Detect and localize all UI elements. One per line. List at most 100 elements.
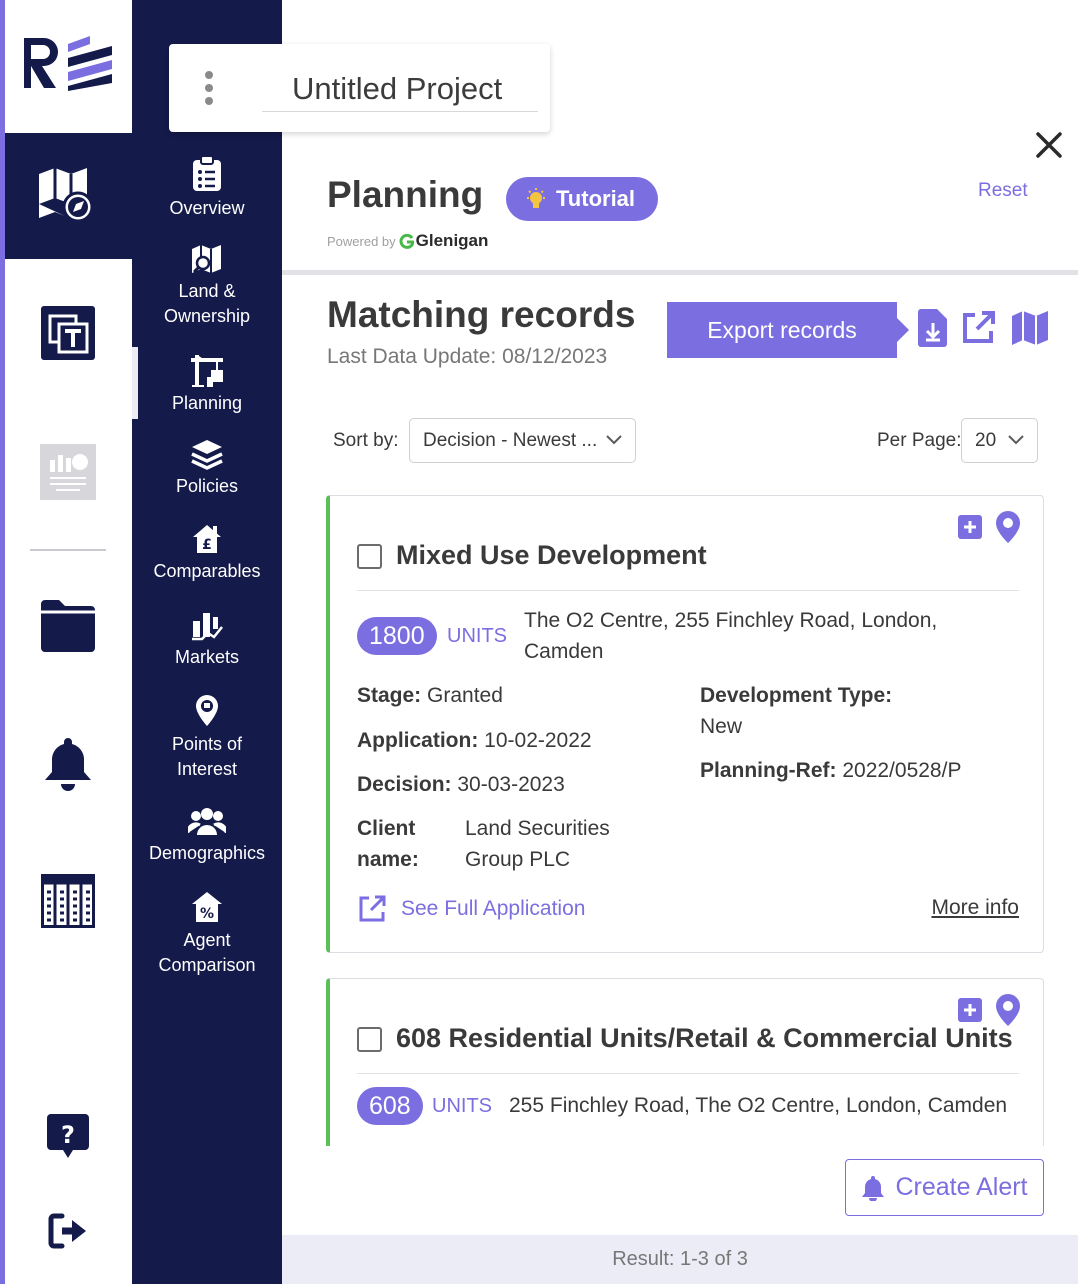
- results-list[interactable]: Mixed Use Development 1800 UNITS The O2 …: [282, 480, 1078, 1146]
- dev-type-label: Development Type:: [700, 684, 893, 707]
- card-actions: [957, 993, 1021, 1027]
- crane-icon: [191, 355, 223, 387]
- project-card[interactable]: Untitled Project: [169, 44, 550, 132]
- nav-item-points-of-interest[interactable]: Points of Interest: [132, 694, 282, 782]
- close-icon[interactable]: [1034, 130, 1064, 160]
- dev-type-value: New: [700, 715, 743, 738]
- project-menu-icon[interactable]: [205, 71, 215, 110]
- house-pound-icon: £: [193, 525, 221, 553]
- svg-text:£: £: [202, 537, 212, 553]
- icon-rail: ?: [0, 0, 132, 1284]
- planning-ref-value: 2022/0528/P: [842, 759, 962, 782]
- external-link-icon[interactable]: [960, 310, 996, 346]
- logout-icon[interactable]: [48, 1212, 88, 1250]
- bell-icon[interactable]: [43, 736, 93, 792]
- nav-label-comparables: Comparables: [153, 561, 261, 581]
- add-icon[interactable]: [957, 997, 983, 1023]
- market-chart-icon: [192, 613, 223, 641]
- card-divider: [357, 590, 1019, 591]
- folder-icon[interactable]: [41, 598, 95, 652]
- rail-separator: [30, 549, 106, 551]
- nav-label-overview: Overview: [169, 198, 245, 218]
- location-pin-icon[interactable]: [995, 510, 1021, 544]
- nav-label-demographics: Demographics: [148, 843, 266, 863]
- chevron-down-icon: [606, 435, 622, 445]
- glenigan-g-icon: [399, 233, 414, 249]
- sort-value: Decision - Newest ...: [423, 429, 598, 451]
- decision-label: Decision:: [357, 773, 452, 796]
- card-divider: [357, 1073, 1019, 1074]
- tutorial-label: Tutorial: [556, 186, 636, 211]
- header-divider: [282, 270, 1078, 275]
- map-search-icon: [192, 245, 221, 274]
- nav-item-planning[interactable]: Planning: [132, 353, 282, 416]
- project-title[interactable]: Untitled Project: [262, 71, 538, 112]
- nav-item-land-ownership[interactable]: Land & Ownership: [132, 243, 282, 329]
- card-address: 255 Finchley Road, The O2 Centre, London…: [509, 1094, 1008, 1117]
- units-badge: 608: [357, 1087, 423, 1125]
- card-actions: [957, 510, 1021, 544]
- more-info-link[interactable]: More info: [931, 896, 1019, 920]
- layers-icon: [191, 440, 223, 470]
- tutorial-button[interactable]: Tutorial: [506, 177, 658, 221]
- application-label: Application:: [357, 729, 479, 752]
- svg-text:?: ?: [61, 1121, 75, 1149]
- units-badge: 1800: [357, 617, 437, 655]
- brand-logo: [24, 36, 112, 91]
- map-compass-icon[interactable]: [37, 166, 95, 224]
- nav-item-overview[interactable]: Overview: [132, 156, 282, 221]
- per-page-select[interactable]: 20: [961, 418, 1038, 463]
- create-alert-button[interactable]: Create Alert: [845, 1159, 1044, 1216]
- map-pin-icon: [196, 695, 218, 726]
- nav-label-policies: Policies: [175, 476, 239, 496]
- export-records-button[interactable]: Export records: [667, 302, 909, 358]
- glenigan-brand: Glenigan: [415, 231, 489, 250]
- application-value: 10-02-2022: [484, 729, 592, 752]
- stage-value: Granted: [427, 684, 503, 707]
- per-page-label: Per Page:: [877, 430, 962, 451]
- nav-label-agent-comparison: Agent Comparison: [158, 930, 256, 975]
- per-page-value: 20: [975, 429, 997, 451]
- add-icon[interactable]: [957, 514, 983, 540]
- sort-select[interactable]: Decision - Newest ...: [409, 418, 636, 463]
- nav-item-policies[interactable]: Policies: [132, 438, 282, 499]
- nav-item-markets[interactable]: Markets: [132, 609, 282, 670]
- nav-item-demographics[interactable]: Demographics: [132, 805, 282, 866]
- map-icon[interactable]: [1011, 310, 1049, 346]
- nav-label-planning: Planning: [171, 393, 243, 413]
- select-checkbox[interactable]: [357, 1027, 382, 1052]
- result-card: Mixed Use Development 1800 UNITS The O2 …: [326, 495, 1044, 953]
- application-field: Application: 10-02-2022: [357, 725, 592, 756]
- stage-label: Stage:: [357, 684, 422, 707]
- result-card: 608 Residential Units/Retail & Commercia…: [326, 978, 1044, 1146]
- see-full-label: See Full Application: [401, 897, 586, 920]
- reset-link[interactable]: Reset: [978, 180, 1028, 202]
- client-value: Land Securities Group PLC: [465, 817, 610, 871]
- decision-field: Decision: 30-03-2023: [357, 769, 565, 800]
- select-checkbox[interactable]: [357, 544, 382, 569]
- planning-ref-field: Planning-Ref: 2022/0528/P: [700, 755, 961, 786]
- powered-by-text: Powered by: [327, 233, 396, 249]
- nav-item-comparables[interactable]: £ Comparables: [132, 523, 282, 584]
- template-icon[interactable]: [41, 306, 95, 360]
- download-file-icon[interactable]: [918, 309, 948, 347]
- location-pin-icon[interactable]: [995, 993, 1021, 1027]
- decision-value: 30-03-2023: [457, 773, 565, 796]
- house-percent-icon: %: [192, 892, 222, 922]
- nav-item-agent-comparison[interactable]: % Agent Comparison: [132, 890, 282, 978]
- external-link-icon: [359, 895, 386, 922]
- card-address: The O2 Centre, 255 Finchley Road, London…: [524, 609, 938, 663]
- stage-field: Stage: Granted: [357, 680, 503, 711]
- nav-label-points-of-interest: Points of Interest: [171, 734, 243, 779]
- help-icon[interactable]: ?: [47, 1114, 89, 1160]
- report-icon[interactable]: [40, 444, 96, 500]
- clipboard-list-icon: [193, 156, 221, 191]
- see-full-application-link[interactable]: See Full Application: [357, 894, 585, 924]
- planning-ref-label: Planning-Ref:: [700, 759, 837, 782]
- panel-title: Planning: [327, 174, 484, 215]
- nav-label-land-ownership: Land & Ownership: [163, 281, 251, 326]
- spreadsheet-icon[interactable]: [41, 874, 95, 928]
- powered-by: Powered by Glenigan: [327, 231, 488, 251]
- glenigan-logo: Glenigan: [399, 231, 489, 251]
- create-alert-label: Create Alert: [895, 1173, 1028, 1201]
